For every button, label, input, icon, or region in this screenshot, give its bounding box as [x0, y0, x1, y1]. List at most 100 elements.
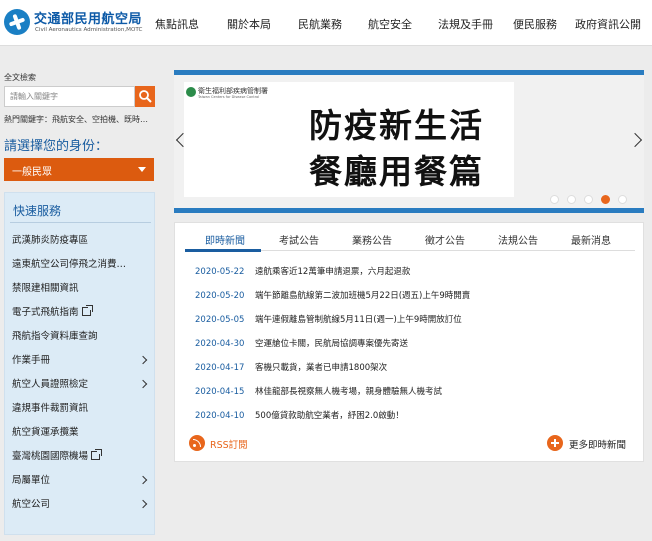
news-date: 2020-04-17 — [195, 363, 245, 373]
quick-services-title: 快速服務 — [13, 204, 62, 218]
external-link-icon — [91, 449, 103, 460]
news-row[interactable]: 2020-05-22 遠航乘客近12萬筆申請退票，六月起退款 — [195, 265, 410, 277]
news-row[interactable]: 2020-04-17 客機只載貨，業者已申請1800架次 — [195, 361, 387, 373]
quick-item-label: 違規事件裁罰資訊 — [12, 403, 89, 414]
tab-regulation-notices[interactable]: 法規公告 — [498, 232, 538, 247]
more-news-label: 更多即時新聞 — [569, 440, 627, 451]
news-date: 2020-04-10 — [195, 411, 245, 421]
quick-item-taoyuan-airport[interactable]: 臺灣桃園國際機場 — [5, 445, 155, 469]
quick-item-label: 臺灣桃園國際機場 — [12, 451, 89, 462]
nav-item-services[interactable]: 便民服務 — [513, 16, 557, 32]
news-title[interactable]: 端午節離島航線第二波加班機5月22日(週五)上午9時開賣 — [255, 291, 470, 301]
nav-item-flight-safety[interactable]: 航空安全 — [368, 16, 412, 32]
rss-icon — [189, 435, 205, 451]
nav-item-regulations[interactable]: 法規及手冊 — [438, 16, 493, 32]
quick-item-label: 航空貨運承攬業 — [12, 427, 79, 438]
identity-title: 請選擇您的身份： — [4, 139, 109, 154]
news-title[interactable]: 500億貸款助航空業者，紓困2.0啟動！ — [255, 411, 404, 421]
news-title[interactable]: 端午連假離島管制航線5月11日(週一)上午9時開放訂位 — [255, 315, 462, 325]
news-date: 2020-04-15 — [195, 387, 245, 397]
quick-item-far-eastern[interactable]: 遠東航空公司停飛之消費… — [5, 253, 155, 277]
quick-item-eaip[interactable]: 電子式飛航指南 — [5, 301, 155, 325]
chevron-right-icon[interactable] — [627, 132, 643, 148]
nav-item-news[interactable]: 焦點訊息 — [155, 16, 199, 32]
quick-item-certification[interactable]: 航空人員證照檢定 — [5, 373, 155, 397]
quick-item-label: 遠東航空公司停飛之消費… — [12, 259, 127, 270]
banner-org-sub: Taiwan Centers for Disease Control — [198, 95, 260, 99]
tab-business-notices[interactable]: 業務公告 — [352, 232, 392, 247]
identity-selected-value: 一般民眾 — [12, 167, 52, 178]
news-tabs: 即時新聞 考試公告 業務公告 徵才公告 法規公告 最新消息 — [185, 223, 635, 252]
quick-item-label: 航空公司 — [12, 499, 51, 510]
news-date: 2020-05-05 — [195, 315, 245, 325]
quick-item-air-cargo[interactable]: 航空貨運承攬業 — [5, 421, 155, 445]
carousel-dot-active[interactable] — [601, 195, 610, 204]
tab-latest-news[interactable]: 最新消息 — [571, 232, 611, 247]
hot-keywords: 熱門關鍵字：飛航安全、空拍機、既時… — [4, 115, 148, 124]
quick-item-airlines[interactable]: 航空公司 — [5, 493, 155, 517]
news-row[interactable]: 2020-04-15 林佳龍部長視察無人機考場，親身體驗無人機考試 — [195, 385, 442, 397]
external-link-icon — [81, 305, 93, 316]
news-title[interactable]: 客機只載貨，業者已申請1800架次 — [255, 363, 387, 373]
site-subtitle: Civil Aeronautics Administration,MOTC — [35, 27, 143, 33]
divider — [10, 222, 151, 223]
quick-item-label: 武漢肺炎防疫專區 — [12, 235, 89, 246]
chevron-right-icon — [138, 379, 148, 389]
chevron-right-icon — [138, 475, 148, 485]
news-title[interactable]: 空運艙位卡關，民航局協調專案優先寄送 — [255, 339, 408, 349]
quick-item-label: 電子式飛航指南 — [12, 307, 79, 318]
chevron-down-icon — [138, 167, 146, 172]
quick-item-subordinate-units[interactable]: 局屬單位 — [5, 469, 155, 493]
quick-item-manuals[interactable]: 作業手冊 — [5, 349, 155, 373]
news-panel: 即時新聞 考試公告 業務公告 徵才公告 法規公告 最新消息 2020-05-22… — [174, 222, 644, 462]
news-date: 2020-05-20 — [195, 291, 245, 301]
nav-item-about[interactable]: 關於本局 — [227, 16, 271, 32]
banner-headline-1: 防疫新生活 — [309, 106, 484, 145]
quick-item-height-restriction[interactable]: 禁限建相關資訊 — [5, 277, 155, 301]
rss-label: RSS訂閱 — [210, 440, 248, 451]
quick-item-label: 禁限建相關資訊 — [12, 283, 79, 294]
carousel-dot[interactable] — [584, 195, 593, 204]
tab-instant-news[interactable]: 即時新聞 — [205, 232, 245, 247]
chevron-right-icon — [138, 355, 148, 365]
news-row[interactable]: 2020-04-30 空運艙位卡關，民航局協調專案優先寄送 — [195, 337, 408, 349]
news-row[interactable]: 2020-05-20 端午節離島航線第二波加班機5月22日(週五)上午9時開賣 — [195, 289, 470, 301]
quick-item-penalties[interactable]: 違規事件裁罰資訊 — [5, 397, 155, 421]
site-header: 交通部民用航空局 Civil Aeronautics Administratio… — [0, 0, 652, 46]
tab-exam-notices[interactable]: 考試公告 — [279, 232, 319, 247]
news-row[interactable]: 2020-05-05 端午連假離島管制航線5月11日(週一)上午9時開放訂位 — [195, 313, 462, 325]
quick-item-airworthiness-directives[interactable]: 飛航指令資料庫查詢 — [5, 325, 155, 349]
nav-item-gov-info[interactable]: 政府資訊公開 — [575, 16, 641, 32]
search-button[interactable] — [135, 86, 155, 107]
news-date: 2020-05-22 — [195, 267, 245, 277]
quick-item-label: 作業手冊 — [12, 355, 51, 366]
active-tab-indicator — [185, 249, 261, 252]
chevron-right-icon — [138, 499, 148, 509]
news-date: 2020-04-30 — [195, 339, 245, 349]
identity-select[interactable]: 一般民眾 — [4, 158, 154, 181]
banner-slide[interactable]: 衛生福利部疾病管制署 Taiwan Centers for Disease Co… — [184, 82, 514, 197]
caa-logo-icon — [4, 9, 30, 35]
news-title[interactable]: 林佳龍部長視察無人機考場，親身體驗無人機考試 — [255, 387, 442, 397]
banner-headline-2: 餐廳用餐篇 — [309, 152, 484, 191]
news-row[interactable]: 2020-04-10 500億貸款助航空業者，紓困2.0啟動！ — [195, 409, 404, 421]
news-title[interactable]: 遠航乘客近12萬筆申請退票，六月起退款 — [255, 267, 410, 277]
site-logo[interactable]: 交通部民用航空局 Civil Aeronautics Administratio… — [4, 7, 146, 39]
tab-recruitment[interactable]: 徵才公告 — [425, 232, 465, 247]
cdc-logo-icon — [186, 87, 196, 97]
quick-services: 快速服務 武漢肺炎防疫專區 遠東航空公司停飛之消費… 禁限建相關資訊 電子式飛航… — [4, 192, 155, 535]
quick-item-label: 飛航指令資料庫查詢 — [12, 331, 98, 342]
search-title: 全文檢索 — [4, 73, 36, 82]
search-input[interactable] — [4, 86, 135, 107]
plus-icon — [547, 435, 563, 451]
site-title: 交通部民用航空局 — [34, 12, 143, 27]
quick-item-label: 局屬單位 — [12, 475, 51, 486]
carousel-dot[interactable] — [550, 195, 559, 204]
search-icon — [139, 90, 152, 103]
quick-item-covid[interactable]: 武漢肺炎防疫專區 — [5, 229, 155, 253]
nav-item-civil-aviation[interactable]: 民航業務 — [298, 16, 342, 32]
carousel-dot[interactable] — [567, 195, 576, 204]
quick-item-label: 航空人員證照檢定 — [12, 379, 89, 390]
banner-carousel[interactable]: 衛生福利部疾病管制署 Taiwan Centers for Disease Co… — [174, 70, 644, 213]
carousel-dot[interactable] — [618, 195, 627, 204]
